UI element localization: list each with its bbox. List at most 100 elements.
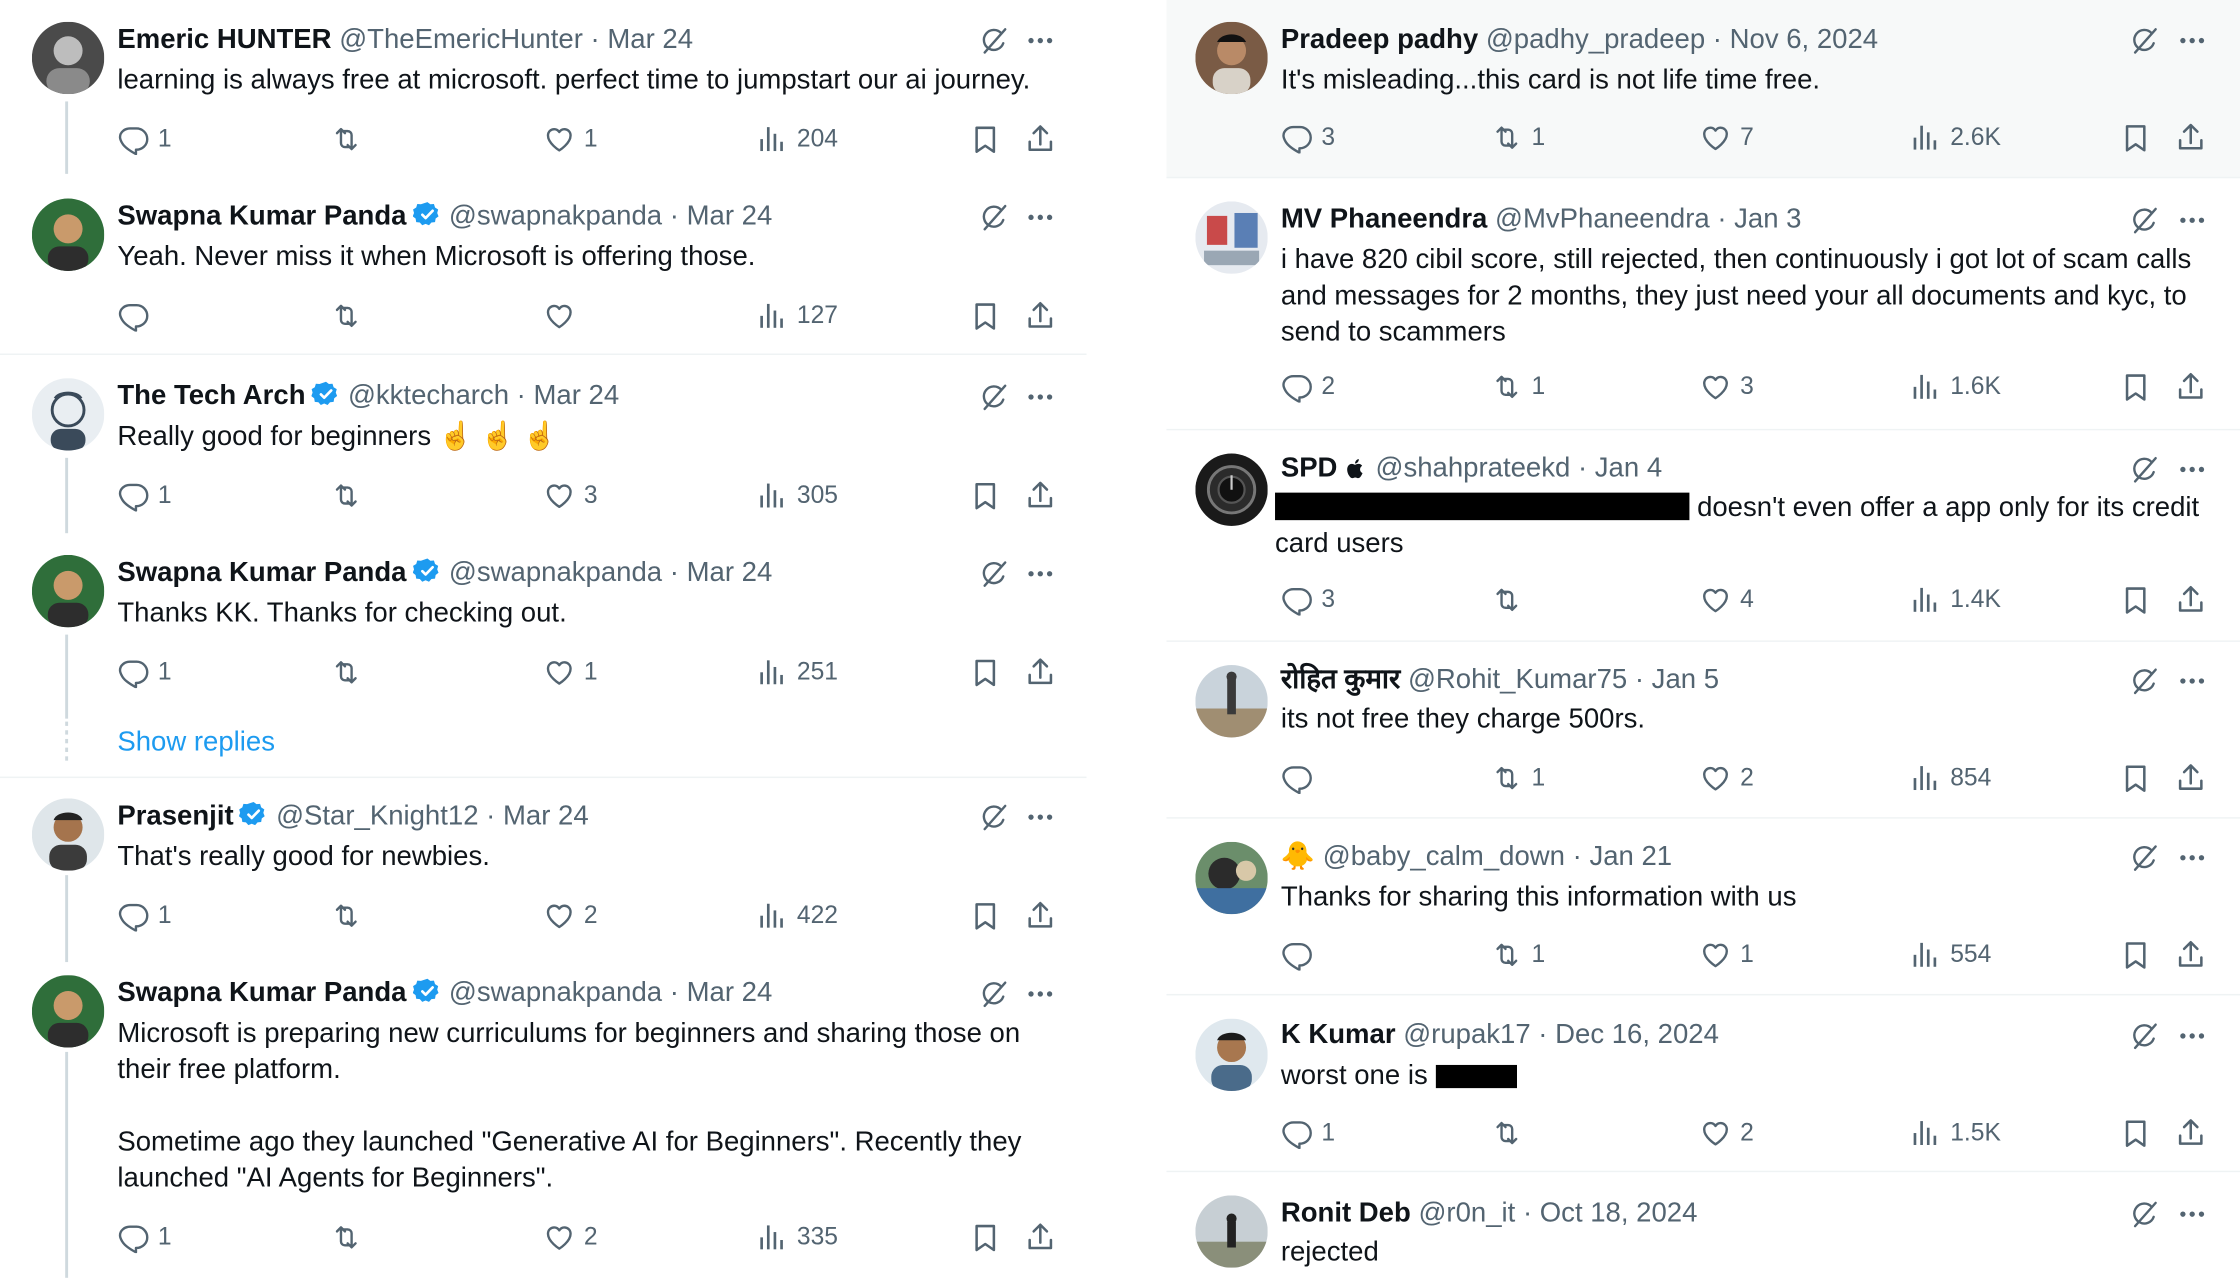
share-button[interactable] [2175, 369, 2207, 404]
avatar[interactable] [1195, 201, 1268, 274]
tweet-date[interactable]: Jan 4 [1595, 454, 1662, 484]
grok-icon[interactable] [978, 381, 1010, 413]
author-name[interactable]: Swapna Kumar Panda [117, 978, 406, 1008]
avatar[interactable] [31, 198, 105, 271]
bookmark-button[interactable] [2120, 120, 2152, 155]
tweet[interactable]: 🐥 @baby_calm_down · Jan 21 Thanks for sh… [1166, 820, 2240, 996]
author-handle[interactable]: @swapnakpanda [449, 201, 662, 231]
tweet-date[interactable]: Nov 6, 2024 [1730, 25, 1878, 55]
avatar[interactable] [1195, 21, 1268, 95]
repost-button[interactable] [330, 655, 371, 690]
tweet-date[interactable]: Jan 5 [1652, 665, 1719, 695]
views-button[interactable]: 204 [756, 122, 838, 157]
avatar[interactable] [31, 21, 105, 95]
author-name[interactable]: Swapna Kumar Panda [117, 201, 406, 231]
repost-button[interactable]: 1 [1491, 761, 1545, 796]
more-icon[interactable] [2176, 454, 2208, 486]
grok-icon[interactable] [2128, 454, 2160, 486]
tweet[interactable]: Pradeep padhy @padhy_pradeep · Nov 6, 20… [1166, 0, 2240, 179]
like-button[interactable]: 3 [543, 478, 598, 513]
reply-button[interactable]: 1 [117, 122, 172, 157]
more-icon[interactable] [2176, 1020, 2208, 1052]
tweet-date[interactable]: Mar 24 [687, 201, 773, 231]
bookmark-button[interactable] [969, 655, 1001, 690]
repost-button[interactable] [330, 1220, 371, 1255]
tweet-date[interactable]: Mar 24 [687, 558, 773, 588]
right-replies-panel[interactable]: Pradeep padhy @padhy_pradeep · Nov 6, 20… [1166, 0, 2240, 1278]
bookmark-button[interactable] [969, 122, 1001, 157]
avatar[interactable] [31, 554, 105, 628]
reply-button[interactable]: 3 [1281, 582, 1335, 617]
bookmark-button[interactable] [2120, 1116, 2152, 1151]
repost-button[interactable]: 1 [1491, 369, 1545, 404]
more-icon[interactable] [2176, 842, 2208, 874]
bookmark-button[interactable] [969, 898, 1001, 933]
tweet-date[interactable]: Jan 21 [1589, 842, 1672, 872]
more-icon[interactable] [1024, 978, 1056, 1010]
reply-button[interactable]: 1 [117, 898, 172, 933]
tweet[interactable]: रोहित कुमार @Rohit_Kumar75 · Jan 5 its n… [1166, 643, 2240, 819]
more-icon[interactable] [2176, 25, 2208, 57]
grok-icon[interactable] [978, 25, 1010, 57]
views-button[interactable]: 1.6K [1910, 369, 2001, 404]
more-icon[interactable] [1024, 25, 1056, 57]
views-button[interactable]: 422 [756, 898, 838, 933]
left-thread-panel[interactable]: Emeric HUNTER @TheEmericHunter · Mar 24 … [0, 0, 1087, 1278]
like-button[interactable]: 1 [1700, 937, 1754, 972]
tweet[interactable]: Emeric HUNTER @TheEmericHunter · Mar 24 … [0, 0, 1087, 174]
author-handle[interactable]: @rupak17 [1403, 1020, 1530, 1050]
like-button[interactable]: 2 [1700, 1116, 1754, 1151]
author-handle[interactable]: @Star_Knight12 [276, 801, 478, 831]
show-replies-link[interactable]: Show replies [117, 724, 275, 760]
tweet-date[interactable]: Mar 24 [533, 381, 619, 411]
grok-icon[interactable] [978, 801, 1010, 833]
share-button[interactable] [1024, 298, 1056, 333]
tweet[interactable]: Swapna Kumar Panda @swapnakpanda · Mar 2… [0, 953, 1087, 1278]
reply-button[interactable] [117, 298, 158, 333]
like-button[interactable]: 2 [543, 1220, 598, 1255]
like-button[interactable]: 2 [543, 898, 598, 933]
bookmark-button[interactable] [969, 478, 1001, 513]
grok-icon[interactable] [978, 558, 1010, 590]
repost-button[interactable] [330, 122, 371, 157]
bookmark-button[interactable] [969, 298, 1001, 333]
author-handle[interactable]: @shahprateekd [1376, 454, 1571, 484]
tweet-date[interactable]: Jan 3 [1734, 204, 1801, 234]
more-icon[interactable] [2176, 665, 2208, 697]
share-button[interactable] [2175, 120, 2207, 155]
avatar[interactable] [1195, 665, 1268, 738]
tweet[interactable]: MV Phaneendra @MvPhaneendra · Jan 3 i ha… [1166, 180, 2240, 431]
views-button[interactable]: 554 [1910, 937, 1991, 972]
more-icon[interactable] [1024, 201, 1056, 233]
more-icon[interactable] [2176, 204, 2208, 236]
reply-button[interactable]: 2 [1281, 369, 1335, 404]
more-icon[interactable] [1024, 801, 1056, 833]
repost-button[interactable] [330, 298, 371, 333]
avatar[interactable] [31, 378, 105, 451]
like-button[interactable]: 1 [543, 122, 598, 157]
avatar[interactable] [1195, 1018, 1268, 1092]
share-button[interactable] [1024, 122, 1056, 157]
bookmark-button[interactable] [969, 1220, 1001, 1255]
author-name[interactable]: SPD [1281, 454, 1338, 484]
tweet[interactable]: Swapna Kumar Panda @swapnakpanda · Mar 2… [0, 533, 1087, 710]
reply-button[interactable]: 1 [117, 478, 172, 513]
author-handle[interactable]: @TheEmericHunter [339, 25, 583, 55]
grok-icon[interactable] [2128, 204, 2160, 236]
author-name[interactable]: The Tech Arch [117, 381, 305, 411]
tweet-date[interactable]: Dec 16, 2024 [1555, 1020, 1719, 1050]
like-button[interactable]: 2 [1700, 761, 1754, 796]
like-button[interactable] [543, 298, 584, 333]
author-name[interactable]: Pradeep padhy [1281, 25, 1478, 55]
like-button[interactable]: 4 [1700, 582, 1754, 617]
grok-icon[interactable] [2128, 25, 2160, 57]
views-button[interactable]: 854 [1910, 761, 1991, 796]
author-name[interactable]: Prasenjit [117, 801, 233, 831]
tweet[interactable]: SPD @shahprateekd · Jan 4 doesn't even o… [1166, 432, 2240, 642]
reply-button[interactable]: 1 [1281, 1116, 1335, 1151]
tweet[interactable]: Ronit Deb @r0n_it · Oct 18, 2024 rejecte… [1166, 1174, 2240, 1278]
bookmark-button[interactable] [2120, 761, 2152, 796]
repost-button[interactable] [330, 898, 371, 933]
share-button[interactable] [1024, 655, 1056, 690]
author-name[interactable]: 🐥 [1281, 842, 1315, 872]
